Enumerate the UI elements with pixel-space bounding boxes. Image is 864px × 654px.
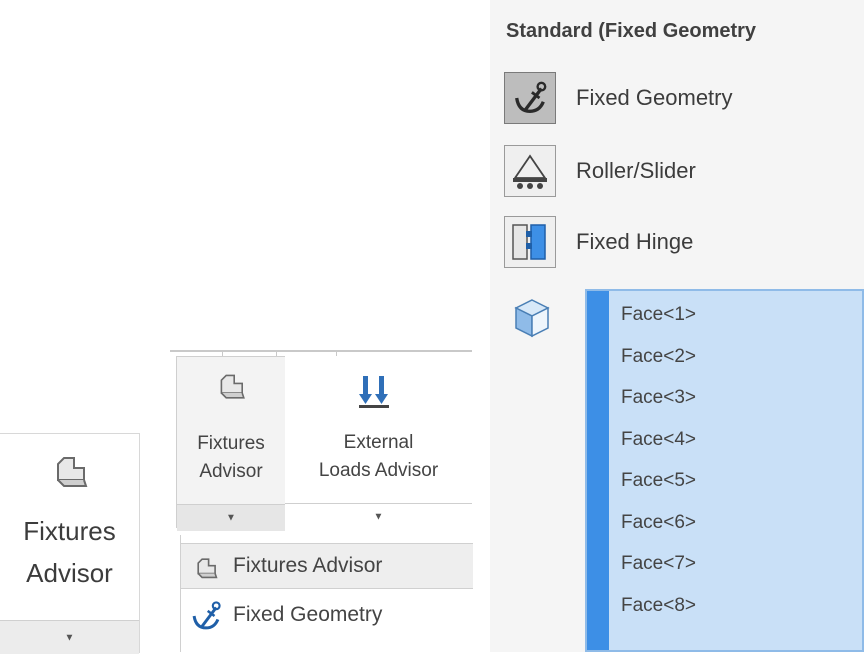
panel-title: Standard (Fixed Geometry [506, 20, 757, 42]
chevron-down-icon: ▼ [373, 511, 384, 523]
fixtures-advisor-button-small[interactable]: Fixtures Advisor ▼ [0, 433, 140, 654]
fixture-property-panel: Standard (Fixed Geometry Fixed Geometry … [490, 0, 864, 652]
face-item[interactable]: Face<2> [621, 343, 696, 385]
external-loads-icon [359, 376, 389, 408]
option-icon-box [504, 145, 556, 197]
fixtures-advisor-icon [197, 558, 218, 579]
external-loads-line1: External [343, 432, 414, 453]
fixtures-advisor-line2: Advisor [199, 461, 263, 482]
option-label: Roller/Slider [576, 158, 696, 183]
external-loads-line2: Loads Advisor [318, 460, 439, 481]
hinge-icon [512, 224, 546, 260]
option-label: Fixed Hinge [576, 229, 694, 254]
option-roller-slider[interactable]: Roller/Slider [504, 143, 864, 199]
option-fixed-geometry[interactable]: Fixed Geometry [504, 70, 864, 126]
external-loads-advisor-button[interactable]: External Loads Advisor ▼ [285, 356, 472, 530]
fixtures-dropdown-menu: Fixtures Advisor Fixed Geometry [180, 535, 473, 652]
anchor-icon [515, 81, 547, 113]
face-item[interactable]: Face<7> [621, 550, 696, 592]
anchor-icon [192, 601, 221, 630]
fixtures-label-line1: Fixtures [23, 516, 116, 546]
face-item[interactable]: Face<1> [621, 301, 696, 343]
ribbon-divider [170, 350, 472, 352]
option-icon-box [504, 216, 556, 268]
face-item[interactable]: Face<8> [621, 592, 696, 634]
fixtures-advisor-icon [220, 374, 245, 399]
faces-list: Face<1> Face<2> Face<3> Face<4> Face<5> … [621, 301, 696, 633]
face-item[interactable]: Face<3> [621, 384, 696, 426]
fixtures-advisor-dropdown[interactable]: ▼ [177, 504, 285, 531]
menu-item-fixtures-advisor[interactable]: Fixtures Advisor [181, 543, 473, 589]
face-item[interactable]: Face<6> [621, 509, 696, 551]
option-label: Fixed Geometry [576, 85, 733, 110]
menu-item-label: Fixed Geometry [233, 603, 383, 626]
fixtures-advisor-button[interactable]: Fixtures Advisor ▼ [176, 356, 286, 531]
face-selection-icon [514, 299, 550, 338]
ribbon-group: Fixtures Advisor ▼ External Loads Adviso… [170, 350, 473, 652]
chevron-down-icon: ▼ [226, 512, 236, 524]
external-loads-dropdown[interactable]: ▼ [285, 503, 472, 530]
face-item[interactable]: Face<4> [621, 426, 696, 468]
faces-selection-list[interactable]: Face<1> Face<2> Face<3> Face<4> Face<5> … [585, 289, 864, 652]
dropdown-arrow[interactable]: ▼ [0, 620, 139, 654]
face-item[interactable]: Face<5> [621, 467, 696, 509]
chevron-down-icon: ▼ [64, 632, 75, 643]
roller-slider-icon [513, 154, 547, 189]
option-fixed-hinge[interactable]: Fixed Hinge [504, 214, 864, 270]
fixtures-advisor-line1: Fixtures [197, 433, 265, 454]
menu-item-fixed-geometry[interactable]: Fixed Geometry [181, 593, 473, 637]
selection-bar [587, 291, 609, 650]
fixtures-advisor-icon [57, 457, 88, 487]
menu-item-label: Fixtures Advisor [233, 554, 383, 577]
advisor-label-line2: Advisor [26, 558, 113, 588]
option-icon-box [504, 72, 556, 124]
